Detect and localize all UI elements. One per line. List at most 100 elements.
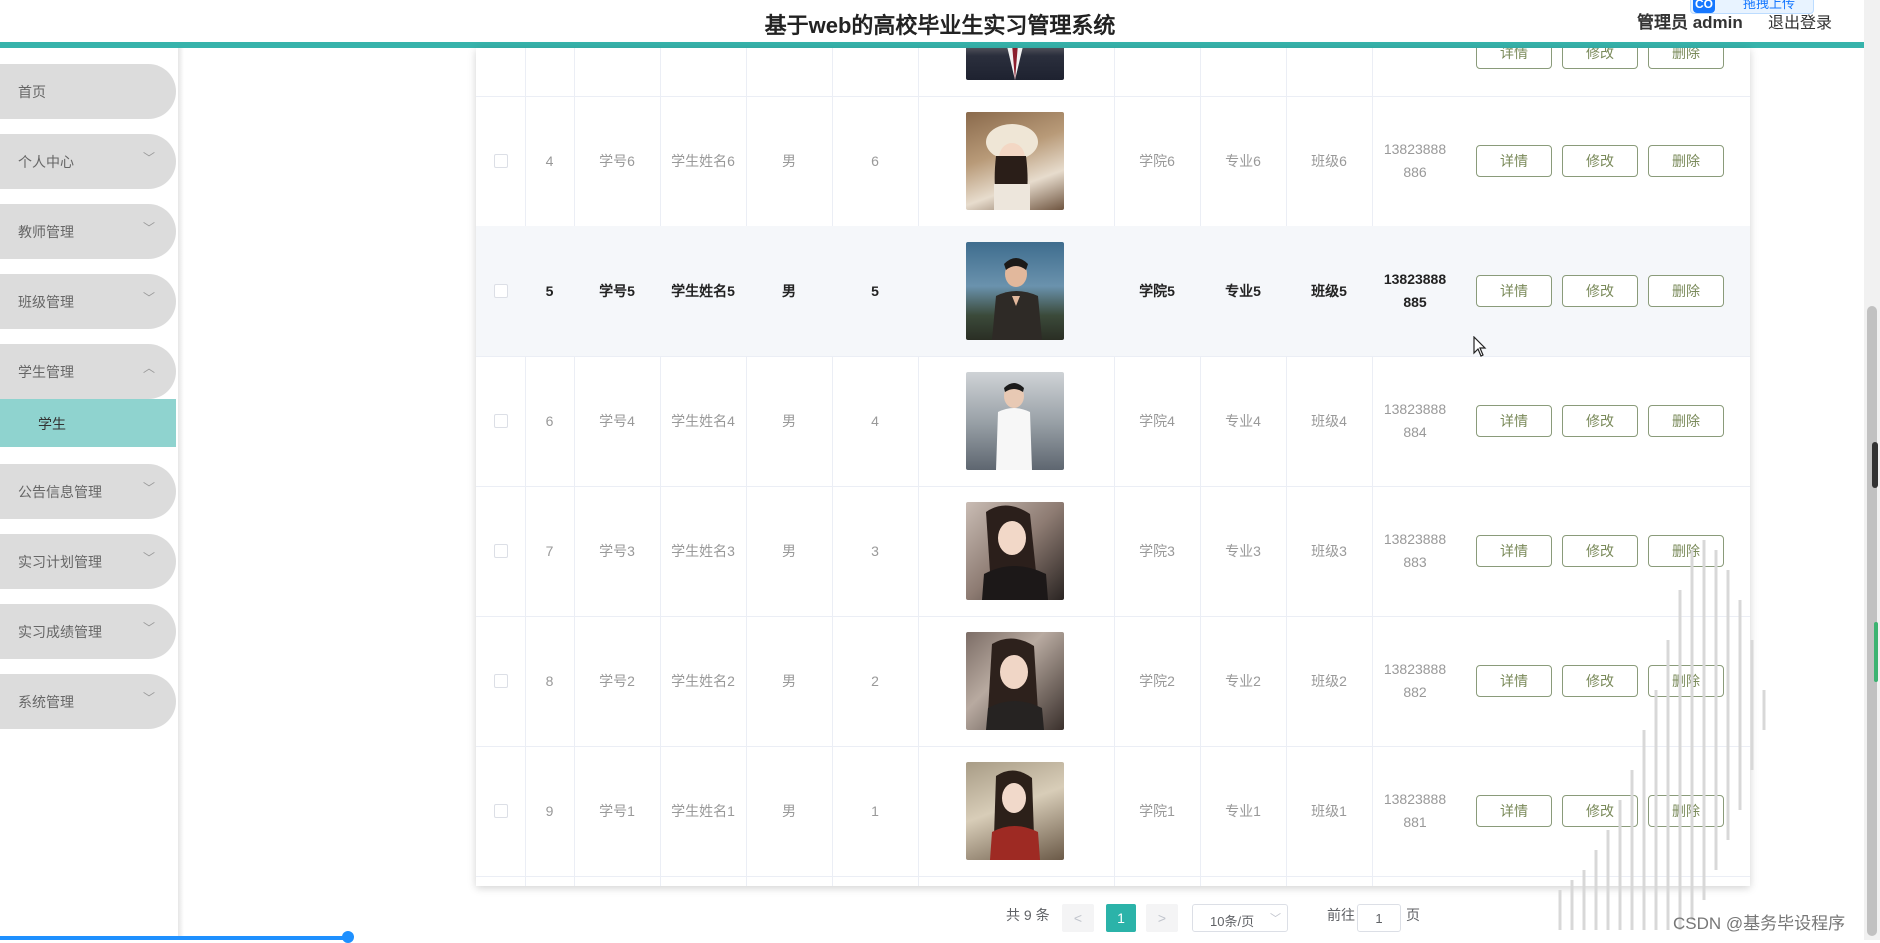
sidebar-item-home[interactable]: 首页 — [0, 64, 176, 119]
college-cell: 学院2 — [1139, 672, 1175, 689]
pagination-total: 共 9 条 — [1006, 907, 1050, 923]
row-select-cell[interactable] — [476, 616, 525, 746]
detail-button[interactable]: 详情 — [1476, 48, 1552, 69]
detail-button-label: 详情 — [1500, 153, 1528, 169]
table-row[interactable]: 4 学号6 学生姓名6 男 6 学院6 专业6 班级6 13823888 886… — [476, 96, 1750, 227]
delete-button[interactable]: 删除 — [1648, 405, 1724, 437]
college-cell: 学院3 — [1139, 542, 1175, 559]
detail-button-label: 详情 — [1500, 803, 1528, 819]
row-select-cell[interactable] — [476, 746, 525, 876]
row-select-cell[interactable] — [476, 356, 525, 486]
phone-line-2: 881 — [1403, 814, 1427, 830]
sidebar-item-internship-plan-management[interactable]: 实习计划管理 ﹀ — [0, 534, 176, 589]
phone-cell: 13823888 884 — [1372, 356, 1458, 486]
major-cell: 专业3 — [1225, 542, 1261, 559]
detail-button[interactable]: 详情 — [1476, 535, 1552, 567]
user-label: 管理员 admin — [1637, 13, 1743, 32]
edit-button[interactable]: 修改 — [1562, 145, 1638, 177]
video-progress-handle[interactable] — [342, 931, 354, 943]
student-name-cell: 学生姓名2 — [671, 672, 735, 689]
college-cell: 学院5 — [1139, 282, 1175, 299]
phone-cell: 13823888 885 — [1372, 226, 1458, 356]
sidebar-item-class-management[interactable]: 班级管理 ﹀ — [0, 274, 176, 329]
student-photo — [966, 112, 1064, 210]
phone-line-1: 13823888 — [1383, 791, 1447, 807]
edit-button-label: 修改 — [1586, 48, 1614, 61]
row-checkbox[interactable] — [493, 544, 508, 558]
student-photo-image — [986, 124, 1038, 210]
edit-button-label: 修改 — [1586, 283, 1614, 299]
video-progress-bar[interactable] — [0, 936, 350, 940]
age-cell: 2 — [871, 672, 879, 689]
edit-button[interactable]: 修改 — [1562, 405, 1638, 437]
decorative-wave-graphic — [1558, 540, 1766, 930]
sidebar-item-teacher-management[interactable]: 教师管理 ﹀ — [0, 204, 176, 259]
phone-line-2: 886 — [1403, 164, 1427, 180]
phone-line-1: 13823888 — [1383, 531, 1447, 547]
edit-button[interactable]: 修改 — [1562, 48, 1638, 69]
phone-cell: 13823888 886 — [1372, 96, 1458, 226]
student-no-cell: 学号6 — [599, 152, 635, 169]
class-cell: 班级6 — [1311, 152, 1347, 169]
row-select-cell[interactable] — [476, 486, 525, 616]
delete-button-label: 删除 — [1672, 48, 1700, 61]
delete-button[interactable]: 删除 — [1648, 48, 1724, 69]
goto-label: 前往 — [1327, 907, 1355, 923]
phone-cell: 13823888 882 — [1372, 616, 1458, 746]
major-cell: 专业4 — [1225, 412, 1261, 429]
pagination-prev-button[interactable]: < — [1062, 904, 1094, 932]
edit-button[interactable]: 修改 — [1562, 275, 1638, 307]
secondary-scroll-indicator — [1872, 442, 1878, 488]
gender-cell: 男 — [782, 282, 796, 299]
sidebar-item-system-management[interactable]: 系统管理 ﹀ — [0, 674, 176, 729]
index-cell: 8 — [545, 672, 554, 689]
student-no-cell: 学号4 — [599, 412, 635, 429]
row-checkbox[interactable] — [493, 284, 508, 298]
chevron-down-icon: ﹀ — [1270, 913, 1281, 925]
page-size-label: 10条/页 — [1210, 914, 1255, 929]
scrollbar-thumb[interactable] — [1867, 306, 1877, 936]
sidebar-item-label: 实习成绩管理 — [18, 624, 102, 640]
sidebar-subitem-student[interactable]: 学生 — [0, 399, 176, 447]
csdn-watermark: CSDN @基务毕设程序 — [1673, 914, 1846, 933]
logout-button[interactable]: 退出登录 — [1768, 9, 1832, 33]
sidebar-item-label: 公告信息管理 — [18, 484, 102, 500]
table-row[interactable]: 5 学号5 学生姓名5 男 5 学院5 专业5 班级5 13823888 885… — [476, 226, 1750, 357]
detail-button-label: 详情 — [1500, 413, 1528, 429]
row-select-cell[interactable] — [476, 96, 525, 226]
delete-button[interactable]: 删除 — [1648, 275, 1724, 307]
table-row-partial: 887 详情 修改 删除 — [476, 48, 1750, 97]
detail-button[interactable]: 详情 — [1476, 665, 1552, 697]
delete-button[interactable]: 删除 — [1648, 145, 1724, 177]
sidebar-item-student-management[interactable]: 学生管理 ︿ — [0, 344, 176, 399]
pagination-page-1[interactable]: 1 — [1106, 904, 1136, 932]
student-name-cell: 学生姓名3 — [671, 542, 735, 559]
sidebar-item-notice-management[interactable]: 公告信息管理 ﹀ — [0, 464, 176, 519]
pagination-next-button[interactable]: > — [1146, 904, 1178, 932]
detail-button[interactable]: 详情 — [1476, 405, 1552, 437]
row-checkbox[interactable] — [493, 154, 508, 168]
sidebar-item-internship-score-management[interactable]: 实习成绩管理 ﹀ — [0, 604, 176, 659]
index-cell: 5 — [545, 282, 554, 299]
detail-button[interactable]: 详情 — [1476, 145, 1552, 177]
table-row[interactable]: 6 学号4 学生姓名4 男 4 学院4 专业4 班级4 13823888 884… — [476, 356, 1750, 487]
goto-page-input[interactable] — [1357, 904, 1401, 932]
row-select-cell[interactable] — [476, 226, 525, 356]
edit-button-label: 修改 — [1586, 153, 1614, 169]
phone-cell: 13823888 883 — [1372, 486, 1458, 616]
row-checkbox[interactable] — [493, 674, 508, 688]
major-cell: 专业6 — [1225, 152, 1261, 169]
chevron-down-icon: ﹀ — [143, 481, 156, 495]
row-checkbox[interactable] — [493, 414, 508, 428]
page-size-select[interactable]: 10条/页 ﹀ — [1192, 904, 1288, 932]
detail-button[interactable]: 详情 — [1476, 275, 1552, 307]
phone-line-1: 13823888 — [1383, 401, 1447, 417]
college-cell: 学院1 — [1139, 802, 1175, 819]
detail-button[interactable]: 详情 — [1476, 795, 1552, 827]
scroll-marker — [1874, 622, 1878, 682]
row-checkbox[interactable] — [493, 804, 508, 818]
student-photo — [966, 242, 1064, 340]
student-name-cell: 学生姓名5 — [671, 282, 735, 299]
gender-cell: 男 — [782, 542, 796, 559]
sidebar-item-personal-center[interactable]: 个人中心 ﹀ — [0, 134, 176, 189]
